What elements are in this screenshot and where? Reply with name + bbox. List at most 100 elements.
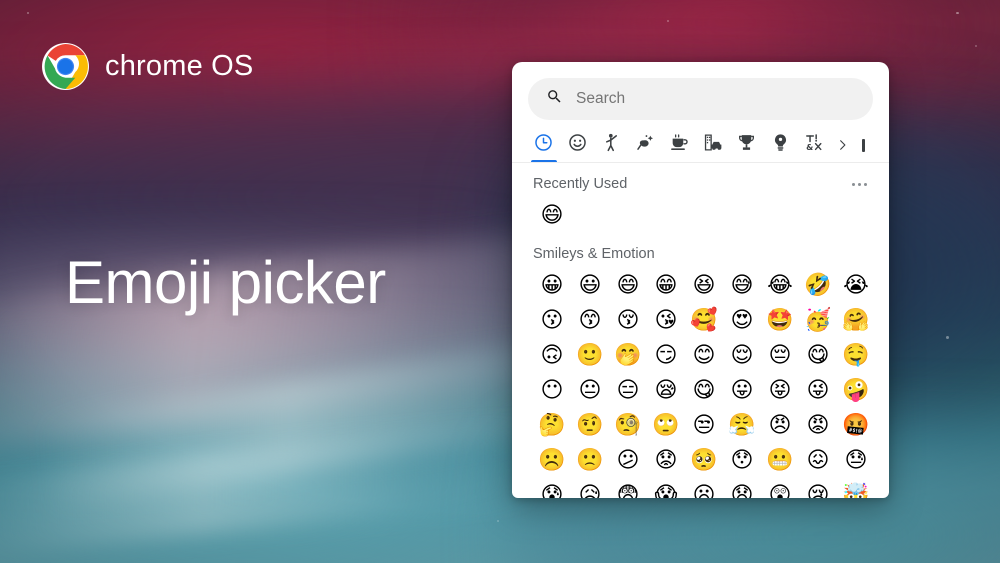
emoji-cell[interactable]: 😔 bbox=[761, 338, 799, 373]
emoji-cell[interactable]: 😲 bbox=[761, 478, 799, 498]
wallpaper-speck bbox=[667, 20, 669, 22]
emoji-cell[interactable]: 🤗 bbox=[837, 303, 875, 338]
emoji-cell[interactable]: 🤯 bbox=[837, 478, 875, 498]
emoji-cell[interactable]: 😌 bbox=[723, 338, 761, 373]
plant-icon bbox=[635, 132, 656, 158]
emoji-cell[interactable]: 😨 bbox=[609, 478, 647, 498]
emoji-cell[interactable]: ☹️ bbox=[533, 443, 571, 478]
emoji-grid-smileys: 😀 😃 😄 😁 😆 😅 😂 🤣 😭 😗 😙 😚 😘 🥰 😍 🤩 🥳 🤗 🙃 🙂 🤭 😏 😊 😌 😔 😋 🤤 😶 😐 😑 😪 😋 😛 😝 😜 🤪 🤔 🤨 🧐 🙄… bbox=[512, 268, 889, 498]
emoji-cell[interactable]: 😍 bbox=[723, 303, 761, 338]
emoji-cell[interactable]: 😓 bbox=[837, 443, 875, 478]
emoji-cell[interactable]: 😋 bbox=[685, 373, 723, 408]
emoji-cell[interactable]: 😖 bbox=[799, 443, 837, 478]
emoji-cell[interactable]: 😶 bbox=[533, 373, 571, 408]
emoji-cell[interactable]: 😤 bbox=[723, 408, 761, 443]
tab-travel[interactable] bbox=[696, 128, 730, 162]
search-input[interactable]: Search bbox=[528, 78, 873, 120]
emoji-cell[interactable]: 😱 bbox=[647, 478, 685, 498]
emoji-cell[interactable]: 😛 bbox=[723, 373, 761, 408]
emoji-cell[interactable]: 🥺 bbox=[685, 443, 723, 478]
tab-smileys[interactable] bbox=[561, 128, 595, 162]
brand-name: chrome OS bbox=[105, 50, 254, 82]
emoji-cell[interactable]: 😆 bbox=[685, 268, 723, 303]
emoji-cell[interactable]: 😠 bbox=[761, 408, 799, 443]
group-title: Smileys & Emotion bbox=[533, 246, 655, 262]
emoji-grid-recent: 😄 bbox=[512, 198, 889, 233]
search-placeholder: Search bbox=[576, 90, 626, 107]
emoji-cell[interactable]: 😝 bbox=[761, 373, 799, 408]
emoji-cell[interactable]: 😙 bbox=[571, 303, 609, 338]
emoji-cell[interactable]: 😘 bbox=[647, 303, 685, 338]
emoji-cell[interactable]: 😭 bbox=[837, 268, 875, 303]
emoji-cell[interactable]: 🙂 bbox=[571, 338, 609, 373]
emoji-cell[interactable]: 😟 bbox=[647, 443, 685, 478]
emoji-cell[interactable]: 😋 bbox=[799, 338, 837, 373]
emoji-cell[interactable]: 🤤 bbox=[837, 338, 875, 373]
emoji-cell[interactable]: 🙃 bbox=[533, 338, 571, 373]
emoji-cell[interactable]: 😦 bbox=[685, 478, 723, 498]
emoji-cell[interactable]: 😥 bbox=[571, 478, 609, 498]
tab-food[interactable] bbox=[662, 128, 696, 162]
emoji-cell[interactable]: 🥰 bbox=[685, 303, 723, 338]
tab-symbols[interactable]: & bbox=[798, 128, 832, 162]
symbols-icon: & bbox=[804, 132, 825, 158]
tab-people[interactable] bbox=[595, 128, 629, 162]
lightbulb-icon bbox=[770, 132, 791, 158]
emoji-cell[interactable]: 🤭 bbox=[609, 338, 647, 373]
emoji-cell[interactable]: 😚 bbox=[609, 303, 647, 338]
svg-text:&: & bbox=[806, 142, 813, 152]
emoji-cell[interactable]: 🤨 bbox=[571, 408, 609, 443]
overflow-dots-icon[interactable] bbox=[850, 179, 869, 190]
emoji-cell[interactable]: 😁 bbox=[647, 268, 685, 303]
emoji-cell[interactable]: 😄 bbox=[609, 268, 647, 303]
clock-icon bbox=[533, 132, 554, 158]
emoji-cell[interactable]: 😄 bbox=[533, 198, 571, 233]
emoji-cell[interactable]: 😗 bbox=[533, 303, 571, 338]
wallpaper-speck bbox=[946, 336, 949, 339]
emoji-cell[interactable]: 😏 bbox=[647, 338, 685, 373]
wallpaper-speck bbox=[27, 12, 29, 14]
emoji-cell[interactable]: 😪 bbox=[647, 373, 685, 408]
search-bar-container: Search bbox=[512, 62, 889, 129]
wallpaper-speck bbox=[975, 45, 977, 47]
emoji-cell[interactable]: 😰 bbox=[533, 478, 571, 498]
emoji-cell[interactable]: 🙁 bbox=[571, 443, 609, 478]
emoji-cell[interactable]: 😕 bbox=[609, 443, 647, 478]
emoji-cell[interactable]: 🥳 bbox=[799, 303, 837, 338]
emoji-cell[interactable]: 😜 bbox=[799, 373, 837, 408]
tab-nature[interactable] bbox=[628, 128, 662, 162]
tab-objects[interactable] bbox=[764, 128, 798, 162]
tab-activity[interactable] bbox=[730, 128, 764, 162]
emoji-cell[interactable]: 🤣 bbox=[799, 268, 837, 303]
trophy-icon bbox=[736, 132, 757, 158]
emoji-cell[interactable]: 😃 bbox=[571, 268, 609, 303]
emoji-cell[interactable]: 🤪 bbox=[837, 373, 875, 408]
emoji-cell[interactable]: 🤬 bbox=[837, 408, 875, 443]
emoji-cell[interactable]: 🤩 bbox=[761, 303, 799, 338]
emoji-cell[interactable]: 😊 bbox=[685, 338, 723, 373]
emoji-cell[interactable]: 🧐 bbox=[609, 408, 647, 443]
city-car-icon bbox=[703, 132, 724, 158]
emoji-cell[interactable]: 😢 bbox=[799, 478, 837, 498]
page-title: Emoji picker bbox=[65, 249, 386, 316]
emoji-cell[interactable]: 🙄 bbox=[647, 408, 685, 443]
vertical-bar-icon bbox=[861, 138, 865, 152]
emoji-cell[interactable]: 😀 bbox=[533, 268, 571, 303]
emoji-cell[interactable]: 😬 bbox=[761, 443, 799, 478]
emoji-cell[interactable]: 😂 bbox=[761, 268, 799, 303]
emoji-scroll-area[interactable]: Recently Used 😄 Smileys & Emotion 😀 😃 😄 😁 😆 😅… bbox=[512, 163, 889, 498]
chrome-logo-icon bbox=[41, 42, 90, 91]
emoji-cell[interactable]: 😅 bbox=[723, 268, 761, 303]
tab-recent[interactable] bbox=[527, 128, 561, 162]
emoji-cell[interactable]: 😯 bbox=[723, 443, 761, 478]
tab-scrollbar-vertical-bar-icon[interactable] bbox=[853, 128, 874, 162]
tab-overflow-chevron-right-icon[interactable] bbox=[831, 128, 852, 162]
emoji-cell[interactable]: 😑 bbox=[609, 373, 647, 408]
emoji-cell[interactable]: 😧 bbox=[723, 478, 761, 498]
emoji-cell[interactable]: 😒 bbox=[685, 408, 723, 443]
emoji-cell[interactable]: 😡 bbox=[799, 408, 837, 443]
cup-icon bbox=[669, 132, 690, 158]
emoji-cell[interactable]: 😐 bbox=[571, 373, 609, 408]
chrome-os-branding: chrome OS bbox=[41, 42, 253, 91]
emoji-cell[interactable]: 🤔 bbox=[533, 408, 571, 443]
